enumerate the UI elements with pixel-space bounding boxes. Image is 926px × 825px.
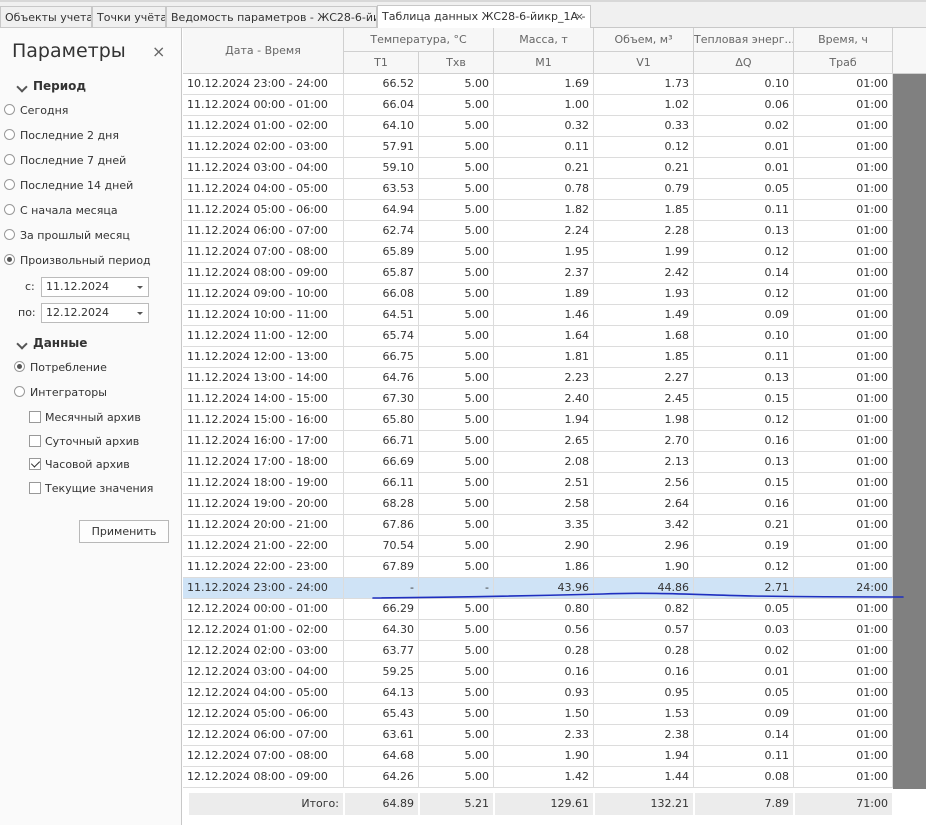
tab-label: Точки учёта: [97, 11, 166, 24]
radio-icon[interactable]: [4, 154, 15, 165]
checkbox-icon[interactable]: [29, 434, 41, 447]
radio-icon[interactable]: [4, 229, 15, 240]
archive-checkbox-label: Часовой архив: [45, 458, 130, 471]
totals-txv: 5.21: [420, 793, 493, 815]
panel-title: Параметры: [12, 40, 126, 62]
data-section-header[interactable]: Данные: [16, 336, 88, 350]
radio-icon[interactable]: [4, 254, 15, 265]
totals-m1: 129.61: [495, 793, 593, 815]
period-option-label: Сегодня: [20, 104, 69, 117]
section-title: Период: [33, 79, 87, 93]
radio-icon[interactable]: [4, 129, 15, 140]
period-section-header[interactable]: Период: [16, 79, 87, 93]
tab-points[interactable]: Точки учёта: [92, 6, 166, 27]
tab-label: Объекты учета: [5, 11, 92, 24]
totals-footer: Итого: 64.89 5.21 129.61 132.21 7.89 71:…: [183, 789, 926, 825]
chevron-down-icon: [16, 338, 28, 350]
tab-label: Таблица данных ЖС28-6-йикр_1А -: [382, 10, 586, 23]
tab-objects[interactable]: Объекты учета: [0, 6, 92, 27]
tab-parameters-report[interactable]: Ведомость параметров - ЖС28-6-йикр_: [166, 6, 377, 27]
to-date-label: по:: [18, 306, 36, 319]
radio-icon[interactable]: [4, 179, 15, 190]
data-option-label: Потребление: [30, 361, 107, 374]
period-option-label: С начала месяца: [20, 204, 118, 217]
checkbox-icon[interactable]: [29, 411, 41, 423]
close-icon[interactable]: ×: [152, 42, 165, 61]
from-date-label: с:: [25, 280, 35, 293]
tab-data-table[interactable]: Таблица данных ЖС28-6-йикр_1А - ×: [377, 5, 591, 28]
from-date-value: 11.12.2024: [46, 280, 109, 293]
from-date-input[interactable]: 11.12.2024: [41, 277, 149, 297]
period-option-label: Последние 7 дней: [20, 154, 127, 167]
period-option-label: Последние 2 дня: [20, 129, 119, 142]
checkbox-icon[interactable]: [29, 481, 41, 494]
totals-dq: 7.89: [695, 793, 793, 815]
chevron-down-icon[interactable]: [137, 312, 143, 315]
radio-icon[interactable]: [4, 204, 15, 215]
tab-bar-topline: [0, 0, 926, 2]
period-option-label: За прошлый месяц: [20, 229, 130, 242]
section-title: Данные: [33, 336, 88, 350]
data-option-label: Интеграторы: [30, 386, 107, 399]
tab-label: Ведомость параметров - ЖС28-6-йикр_: [171, 11, 377, 24]
radio-icon[interactable]: [4, 104, 15, 115]
to-date-value: 12.12.2024: [46, 306, 109, 319]
totals-v1: 132.21: [595, 793, 693, 815]
totals-trab: 71:00: [795, 793, 892, 815]
period-option-label: Произвольный период: [20, 254, 151, 267]
radio-icon[interactable]: [14, 386, 25, 397]
close-icon[interactable]: ×: [575, 6, 584, 28]
totals-label: Итого:: [189, 793, 343, 815]
chevron-down-icon: [16, 81, 28, 93]
archive-checkbox-label: Суточный архив: [45, 434, 140, 448]
archive-checkbox-label: Текущие значения: [45, 481, 154, 495]
to-date-input[interactable]: 12.12.2024: [41, 303, 149, 323]
parameters-panel: Параметры × Период Сегодня Последние 2 дн…: [0, 28, 182, 825]
pen-annotation: [372, 592, 904, 599]
radio-icon[interactable]: [14, 361, 25, 372]
archive-checkbox-label: Месячный архив: [45, 411, 141, 424]
totals-t1: 64.89: [345, 793, 418, 815]
apply-button[interactable]: Применить: [79, 520, 169, 543]
data-grid: Дата - Время Температура, °C Масса, т Об…: [183, 28, 926, 825]
period-option-label: Последние 14 дней: [20, 179, 134, 192]
chevron-down-icon[interactable]: [137, 286, 143, 289]
checkbox-icon[interactable]: [29, 458, 41, 470]
tab-bar: Объекты учета Точки учёта Ведомость пара…: [0, 0, 926, 28]
